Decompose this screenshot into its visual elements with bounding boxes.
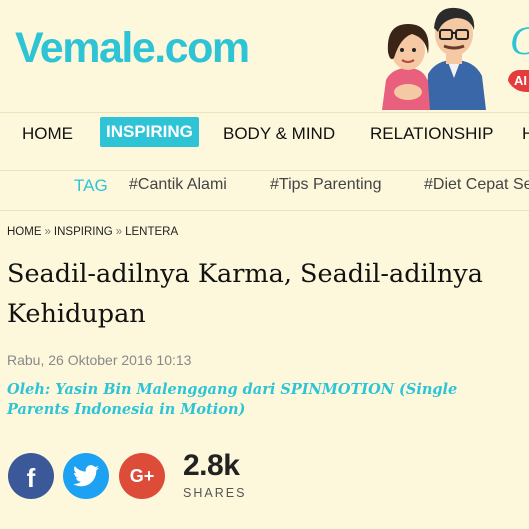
twitter-share-button[interactable] <box>63 453 109 499</box>
site-header: Vemale.com C AI <box>0 0 529 112</box>
nav-item-next[interactable]: H <box>522 119 529 149</box>
couple-illustration <box>382 7 486 110</box>
author-line: Oleh: Yasin Bin Malenggang dari SPINMOTI… <box>7 381 458 398</box>
google-plus-icon: G+ <box>129 465 155 486</box>
site-logo[interactable]: Vemale.com <box>15 24 250 73</box>
main-nav: HOME INSPIRING BODY & MIND RELATIONSHIP … <box>0 113 529 153</box>
nav-item-relationship[interactable]: RELATIONSHIP <box>370 119 493 149</box>
breadcrumb-lentera[interactable]: LENTERA <box>125 226 178 238</box>
twitter-icon <box>73 465 99 487</box>
breadcrumb: HOME» INSPIRING» LENTERA <box>7 226 178 238</box>
tag-link[interactable]: #Tips Parenting <box>270 176 381 194</box>
nav-item-inspiring[interactable]: INSPIRING <box>100 117 199 147</box>
tag-link[interactable]: #Cantik Alami <box>129 176 227 194</box>
promo-letter: C <box>506 18 529 66</box>
article-title: Seadil-adilnya Karma, Seadil-adilnya Keh… <box>7 254 529 334</box>
article-date: Rabu, 26 Oktober 2016 10:13 <box>7 352 192 368</box>
nav-divider-bottom <box>0 170 529 171</box>
breadcrumb-separator: » <box>44 226 51 238</box>
tag-bar: TAG #Cantik Alami #Tips Parenting #Diet … <box>0 172 529 202</box>
tag-bar-divider <box>0 210 529 211</box>
facebook-share-button[interactable]: f <box>8 453 54 499</box>
promo-badge: AI <box>508 70 529 92</box>
tag-link[interactable]: #Diet Cepat Se <box>424 176 529 194</box>
tag-label: TAG <box>74 176 108 195</box>
facebook-icon: f <box>26 462 36 493</box>
article-title-line: Kehidupan <box>7 299 146 329</box>
promo-banner[interactable]: C AI <box>506 18 529 92</box>
breadcrumb-separator: » <box>115 226 123 238</box>
nav-item-home[interactable]: HOME <box>22 119 73 149</box>
share-count-label: SHARES <box>183 486 247 500</box>
google-plus-share-button[interactable]: G+ <box>119 453 165 499</box>
article-title-line: Seadil-adilnya Karma, Seadil-adilnya <box>7 259 483 289</box>
article-author[interactable]: Oleh: Yasin Bin Malenggang dari SPINMOTI… <box>7 380 527 420</box>
nav-item-body-mind[interactable]: BODY & MIND <box>223 119 335 149</box>
author-line: Parents Indonesia in Motion) <box>7 401 246 418</box>
breadcrumb-inspiring[interactable]: INSPIRING <box>54 226 113 238</box>
breadcrumb-home[interactable]: HOME <box>7 226 42 238</box>
share-count: 2.8k <box>183 449 240 482</box>
